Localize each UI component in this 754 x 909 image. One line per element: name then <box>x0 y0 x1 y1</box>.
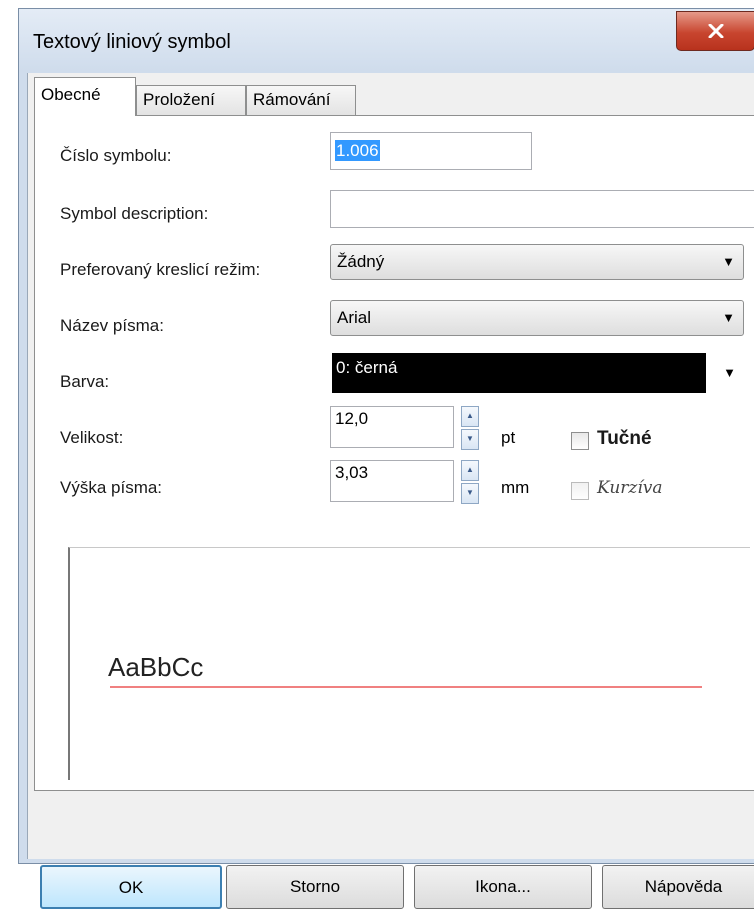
color-swatch: 0: černá <box>332 353 706 393</box>
drawing-mode-select[interactable]: Žádný ▼ <box>330 244 744 280</box>
tab-framing[interactable]: Rámování <box>246 85 356 115</box>
chevron-down-icon: ▼ <box>722 254 735 269</box>
window-title: Textový liniový symbol <box>33 31 231 53</box>
font-name-select[interactable]: Arial ▼ <box>330 300 744 336</box>
drawing-mode-label: Preferovaný kreslicí režim: <box>60 260 261 279</box>
size-label: Velikost: <box>60 428 124 447</box>
symbol-number-label: Číslo symbolu: <box>60 146 172 165</box>
size-unit: pt <box>501 428 516 447</box>
dialog-window: Textový liniový symbol Obecné Proložení … <box>18 8 754 909</box>
cancel-button[interactable]: Storno <box>226 865 404 909</box>
color-label: Barva: <box>60 372 110 391</box>
preview-line <box>110 686 702 688</box>
icon-button[interactable]: Ikona... <box>414 865 592 909</box>
dialog-client: Obecné Proložení Rámování Číslo symbolu:… <box>27 73 754 909</box>
preview-area: AaBbCc <box>68 547 750 780</box>
spin-down-icon[interactable]: ▼ <box>461 429 479 450</box>
preview-sample-text: AaBbCc <box>108 652 204 682</box>
chevron-down-icon: ▼ <box>723 365 736 380</box>
tab-general[interactable]: Obecné <box>34 77 136 116</box>
symbol-description-input[interactable] <box>330 190 754 228</box>
font-height-label: Výška písma: <box>60 478 163 497</box>
symbol-description-label: Symbol description: <box>60 204 209 223</box>
size-spinner[interactable]: ▲ ▼ <box>461 406 479 450</box>
font-height-spinner[interactable]: ▲ ▼ <box>461 460 479 504</box>
title-bar: Textový liniový symbol <box>19 9 754 71</box>
italic-checkbox[interactable] <box>571 482 589 500</box>
color-select[interactable]: 0: černá ▼ <box>332 353 742 393</box>
bold-label: Tučné <box>597 428 652 449</box>
spin-up-icon[interactable]: ▲ <box>461 406 479 427</box>
symbol-number-input[interactable]: 1.006 <box>330 132 532 170</box>
symbol-number-value: 1.006 <box>335 140 380 161</box>
ok-button[interactable]: OK <box>40 865 222 909</box>
italic-label: Kurzíva <box>597 478 663 498</box>
size-input[interactable]: 12,0 <box>330 406 454 448</box>
tab-layout[interactable]: Proložení <box>136 85 246 115</box>
chevron-down-icon: ▼ <box>722 310 735 325</box>
drawing-mode-value: Žádný <box>337 252 385 271</box>
spin-down-icon[interactable]: ▼ <box>461 483 479 504</box>
spin-up-icon[interactable]: ▲ <box>461 460 479 481</box>
close-button[interactable] <box>676 11 754 51</box>
close-icon <box>708 24 723 38</box>
bold-checkbox[interactable] <box>571 432 589 450</box>
font-height-unit: mm <box>501 478 530 497</box>
font-name-label: Název písma: <box>60 316 164 335</box>
font-height-input[interactable]: 3,03 <box>330 460 454 502</box>
font-name-value: Arial <box>337 308 372 327</box>
help-button[interactable]: Nápověda <box>602 865 754 909</box>
